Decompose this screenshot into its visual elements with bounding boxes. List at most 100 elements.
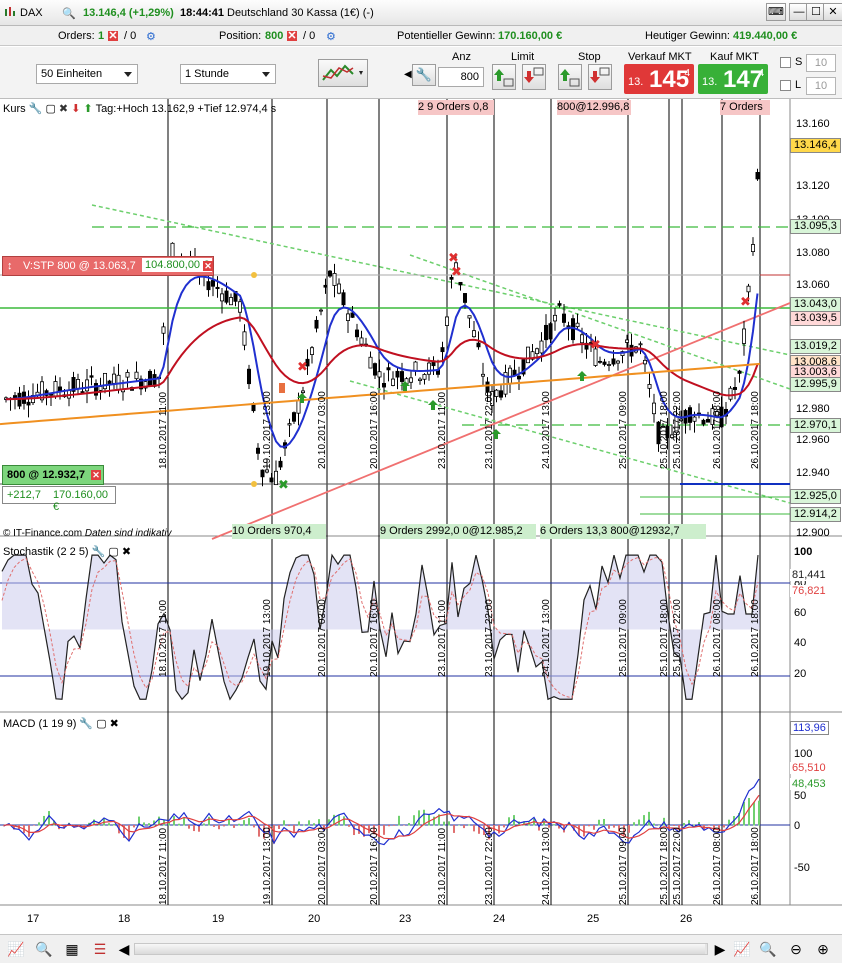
scroll-left-icon[interactable]: ◀ [114,939,134,959]
close-position-icon[interactable]: ✕ [287,31,297,42]
order-label-bottom[interactable]: 6 Orders 13,3 800@12932,7 [540,524,706,539]
wrench-icon[interactable]: 🔧 [29,103,43,115]
l-input[interactable]: 10 [806,77,836,95]
scrollbar-thumb[interactable] [135,944,705,954]
wrench-icon[interactable]: 🔧 [79,718,93,730]
cancel-orders-icon[interactable]: ✕ [108,31,118,42]
buy-arrow-icon[interactable]: ⬆ [83,103,92,115]
window-icon[interactable]: ▢ [45,103,55,115]
candle-body [728,387,733,400]
x-axis-day-label: 19 [212,913,225,925]
sell-stop-button[interactable] [588,64,612,90]
macd-histogram-bar [608,825,610,829]
buy-market-button[interactable]: 13. 147 4 [698,64,768,94]
macd-histogram-bar [708,825,710,826]
sell-limit-button[interactable] [522,64,546,90]
macd-histogram-bar [213,825,215,827]
sell-price-prefix: 13. [628,76,644,88]
candle-body [575,322,580,328]
zoom-out-icon[interactable]: ⊖ [786,939,806,959]
price-axis-tick: 12.940 [796,467,830,479]
s-input[interactable]: 10 [806,54,836,72]
close-button[interactable]: ✕ [823,3,842,21]
date-vline-label-macd: 20.10.2017 03:00 [317,827,328,905]
keyboard-icon[interactable]: ⌨ [766,3,786,21]
macd-histogram-bar [313,823,315,826]
candle-body [498,390,503,398]
macd-histogram-value: 48,453 [790,778,828,790]
sell-arrow-icon[interactable]: ⬇ [71,103,80,115]
date-vline-label: 19.10.2017 13:00 [262,391,273,469]
macd-histogram-bar [633,822,635,826]
position-box[interactable]: 800 @ 12.932,7 ✕ [2,465,104,485]
stoch-axis-tick: 60 [794,607,807,619]
candle-body [94,383,99,396]
price-chart[interactable]: ✖✖✖✖✖✖18.10.2017 11:0018.10.2017 11:0018… [0,99,842,934]
quantity-input[interactable]: 800 [438,67,484,87]
price-change: 13.146,4 (+1,29%) [83,7,174,19]
macd-histogram-bar [458,824,460,826]
wrench-icon[interactable]: 🔧 [412,64,436,86]
order-label-bottom[interactable]: 10 Orders 970,4 [232,524,326,539]
order-label-top[interactable]: 2 9 Orders 0,8 [418,100,494,115]
buy-stop-button[interactable] [558,64,582,90]
interval-select[interactable]: 1 Stunde [180,64,276,84]
macd-histogram-bar [203,823,205,826]
close-icon[interactable]: ✖ [59,103,68,115]
stop-order-box[interactable]: ↕ V:STP 800 @ 13.063,7 104.800,00 € ✕ [2,256,214,276]
order-label-top[interactable]: 7 Orders [720,100,770,115]
candle-body [386,367,391,371]
macd-histogram-bar [403,825,405,826]
chart-type-button[interactable] [318,59,368,87]
macd-histogram-bar [743,801,745,826]
order-label-top[interactable]: 800@12.996,8 [557,100,631,115]
zoom-fit-icon[interactable]: 🔍 [758,939,778,959]
today-gain-label: Heutiger Gewinn: [645,30,730,42]
close-position-icon[interactable]: ✕ [91,470,101,480]
scroll-arrow-icon[interactable]: ◀ [404,69,412,80]
macd-histogram-bar [148,823,150,826]
candle-body [377,371,382,378]
search-icon[interactable]: 🔍 [62,7,76,20]
bars-icon[interactable]: ☰ [90,939,110,959]
sell-market-button[interactable]: 13. 145 4 [624,64,694,94]
settings-icon[interactable]: ⚙ [326,30,336,43]
candle-body [539,340,544,354]
order-handle-icon[interactable]: ↕ [7,260,13,272]
scroll-right-icon[interactable]: ▶ [710,939,730,959]
price-panel-title: Kurs [3,103,26,115]
units-select[interactable]: 50 Einheiten [36,64,138,84]
macd-histogram-bar [338,815,340,826]
order-label-bottom[interactable]: 9 Orders 2992,0 0@12.985,2 [380,524,536,539]
date-vline-label-macd: 18.10.2017 11:00 [158,827,169,905]
cancel-stop-order-icon[interactable]: ✕ [203,261,213,271]
x-axis-day-label: 23 [399,913,412,925]
l-checkbox[interactable] [780,80,791,91]
zoom-in-icon[interactable]: ⊕ [813,939,833,959]
macd-histogram-bar [453,825,455,833]
macd-histogram-bar [253,825,255,828]
wrench-icon[interactable]: 🔧 [92,546,106,558]
window-icon[interactable]: ▢ [108,546,118,558]
macd-histogram-bar [388,825,390,827]
candle-body [300,390,305,393]
table-icon[interactable]: ▦ [62,939,82,959]
horizontal-scrollbar[interactable] [134,943,708,955]
macd-histogram-bar [33,825,35,826]
date-vline-label-macd: 26.10.2017 18:00 [750,827,761,905]
status-bar: Orders: 1 ✕ / 0 ⚙ Position: 800 ✕ / 0 ⚙ … [0,26,842,46]
binoculars-icon[interactable]: 🔍 [34,939,54,959]
sell-marker-icon: ✖ [297,360,308,375]
settings-icon[interactable]: ⚙ [146,30,156,43]
candle-body [161,326,166,334]
s-checkbox[interactable] [780,57,791,68]
date-vline-label-stoch: 18.10.2017 11:00 [158,599,169,677]
window-icon[interactable]: ▢ [96,718,106,730]
copyright-text: © IT-Finance.com [3,528,83,539]
trade-icon[interactable]: 📈 [732,939,752,959]
close-icon[interactable]: ✖ [122,546,131,558]
close-icon[interactable]: ✖ [110,718,119,730]
trade-chart-icon[interactable]: 📈 [6,939,26,959]
macd-axis-tick: 0 [794,820,801,832]
buy-limit-button[interactable] [492,64,516,90]
